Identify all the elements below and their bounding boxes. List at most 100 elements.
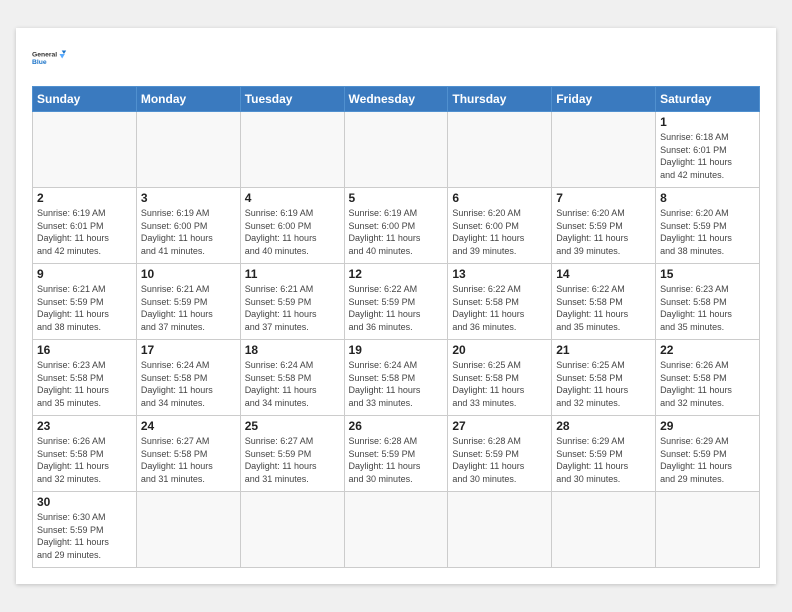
day-cell: 7Sunrise: 6:20 AM Sunset: 5:59 PM Daylig… xyxy=(552,188,656,264)
day-cell: 29Sunrise: 6:29 AM Sunset: 5:59 PM Dayli… xyxy=(656,416,760,492)
day-info: Sunrise: 6:20 AM Sunset: 5:59 PM Dayligh… xyxy=(556,207,651,257)
general-blue-logo-icon: GeneralBlue xyxy=(32,44,68,74)
day-number: 28 xyxy=(556,419,651,433)
day-info: Sunrise: 6:22 AM Sunset: 5:59 PM Dayligh… xyxy=(349,283,444,333)
day-number: 21 xyxy=(556,343,651,357)
day-info: Sunrise: 6:23 AM Sunset: 5:58 PM Dayligh… xyxy=(37,359,132,409)
day-info: Sunrise: 6:26 AM Sunset: 5:58 PM Dayligh… xyxy=(37,435,132,485)
day-cell xyxy=(552,112,656,188)
day-number: 8 xyxy=(660,191,755,205)
day-cell xyxy=(136,492,240,568)
day-number: 27 xyxy=(452,419,547,433)
day-info: Sunrise: 6:27 AM Sunset: 5:58 PM Dayligh… xyxy=(141,435,236,485)
day-number: 30 xyxy=(37,495,132,509)
day-cell: 25 Sunrise: 6:27 AM Sunset: 5:59 PM Dayli… xyxy=(240,416,344,492)
day-cell xyxy=(136,112,240,188)
day-cell: 13 Sunrise: 6:22 AM Sunset: 5:58 PM Dayli… xyxy=(448,264,552,340)
day-cell: 12 Sunrise: 6:22 AM Sunset: 5:59 PM Dayli… xyxy=(344,264,448,340)
day-cell: 1 Sunrise: 6:18 AM Sunset: 6:01 PM Daylig… xyxy=(656,112,760,188)
week-row-0: 1 Sunrise: 6:18 AM Sunset: 6:01 PM Daylig… xyxy=(33,112,760,188)
day-cell xyxy=(552,492,656,568)
day-cell xyxy=(656,492,760,568)
day-info: Sunrise: 6:21 AM Sunset: 5:59 PM Dayligh… xyxy=(141,283,236,333)
day-cell: 9Sunrise: 6:21 AM Sunset: 5:59 PM Daylig… xyxy=(33,264,137,340)
day-number: 19 xyxy=(349,343,444,357)
day-number: 4 xyxy=(245,191,340,205)
header: GeneralBlue xyxy=(32,44,760,74)
calendar-grid: SundayMondayTuesdayWednesdayThursdayFrid… xyxy=(32,86,760,568)
day-cell: 8 Sunrise: 6:20 AM Sunset: 5:59 PM Daylig… xyxy=(656,188,760,264)
day-number: 17 xyxy=(141,343,236,357)
day-info: Sunrise: 6:18 AM Sunset: 6:01 PM Dayligh… xyxy=(660,131,755,181)
day-info: Sunrise: 6:27 AM Sunset: 5:59 PM Dayligh… xyxy=(245,435,340,485)
day-info: Sunrise: 6:21 AM Sunset: 5:59 PM Dayligh… xyxy=(245,283,340,333)
day-cell: 4Sunrise: 6:19 AM Sunset: 6:00 PM Daylig… xyxy=(240,188,344,264)
day-cell xyxy=(344,112,448,188)
week-row-4: 23 Sunrise: 6:26 AM Sunset: 5:58 PM Dayli… xyxy=(33,416,760,492)
weekday-header-sunday: Sunday xyxy=(33,87,137,112)
day-info: Sunrise: 6:30 AM Sunset: 5:59 PM Dayligh… xyxy=(37,511,132,561)
day-number: 1 xyxy=(660,115,755,129)
day-info: Sunrise: 6:25 AM Sunset: 5:58 PM Dayligh… xyxy=(556,359,651,409)
day-cell: 3Sunrise: 6:19 AM Sunset: 6:00 PM Daylig… xyxy=(136,188,240,264)
day-cell: 30 Sunrise: 6:30 AM Sunset: 5:59 PM Dayli… xyxy=(33,492,137,568)
day-cell xyxy=(344,492,448,568)
day-info: Sunrise: 6:28 AM Sunset: 5:59 PM Dayligh… xyxy=(349,435,444,485)
day-cell: 11 Sunrise: 6:21 AM Sunset: 5:59 PM Dayli… xyxy=(240,264,344,340)
day-info: Sunrise: 6:28 AM Sunset: 5:59 PM Dayligh… xyxy=(452,435,547,485)
day-number: 12 xyxy=(349,267,444,281)
day-cell: 23 Sunrise: 6:26 AM Sunset: 5:58 PM Dayli… xyxy=(33,416,137,492)
day-cell xyxy=(448,112,552,188)
day-number: 2 xyxy=(37,191,132,205)
day-cell: 20Sunrise: 6:25 AM Sunset: 5:58 PM Dayli… xyxy=(448,340,552,416)
day-cell: 6 Sunrise: 6:20 AM Sunset: 6:00 PM Daylig… xyxy=(448,188,552,264)
weekday-header-row: SundayMondayTuesdayWednesdayThursdayFrid… xyxy=(33,87,760,112)
day-cell: 14 Sunrise: 6:22 AM Sunset: 5:58 PM Dayli… xyxy=(552,264,656,340)
day-number: 16 xyxy=(37,343,132,357)
day-cell: 27 Sunrise: 6:28 AM Sunset: 5:59 PM Dayli… xyxy=(448,416,552,492)
day-cell xyxy=(240,112,344,188)
day-info: Sunrise: 6:21 AM Sunset: 5:59 PM Dayligh… xyxy=(37,283,132,333)
svg-text:Blue: Blue xyxy=(32,59,47,66)
day-cell: 21 Sunrise: 6:25 AM Sunset: 5:58 PM Dayli… xyxy=(552,340,656,416)
day-cell: 16 Sunrise: 6:23 AM Sunset: 5:58 PM Dayli… xyxy=(33,340,137,416)
weekday-header-tuesday: Tuesday xyxy=(240,87,344,112)
day-number: 6 xyxy=(452,191,547,205)
day-number: 18 xyxy=(245,343,340,357)
day-cell: 10Sunrise: 6:21 AM Sunset: 5:59 PM Dayli… xyxy=(136,264,240,340)
day-info: Sunrise: 6:20 AM Sunset: 6:00 PM Dayligh… xyxy=(452,207,547,257)
day-number: 5 xyxy=(349,191,444,205)
day-info: Sunrise: 6:20 AM Sunset: 5:59 PM Dayligh… xyxy=(660,207,755,257)
day-number: 14 xyxy=(556,267,651,281)
day-cell: 2Sunrise: 6:19 AM Sunset: 6:01 PM Daylig… xyxy=(33,188,137,264)
day-cell: 18 Sunrise: 6:24 AM Sunset: 5:58 PM Dayli… xyxy=(240,340,344,416)
day-info: Sunrise: 6:22 AM Sunset: 5:58 PM Dayligh… xyxy=(452,283,547,333)
day-number: 25 xyxy=(245,419,340,433)
day-cell: 17Sunrise: 6:24 AM Sunset: 5:58 PM Dayli… xyxy=(136,340,240,416)
day-info: Sunrise: 6:24 AM Sunset: 5:58 PM Dayligh… xyxy=(349,359,444,409)
day-info: Sunrise: 6:29 AM Sunset: 5:59 PM Dayligh… xyxy=(556,435,651,485)
day-number: 3 xyxy=(141,191,236,205)
weekday-header-saturday: Saturday xyxy=(656,87,760,112)
day-number: 29 xyxy=(660,419,755,433)
day-cell: 19 Sunrise: 6:24 AM Sunset: 5:58 PM Dayli… xyxy=(344,340,448,416)
day-number: 13 xyxy=(452,267,547,281)
day-cell: 15Sunrise: 6:23 AM Sunset: 5:58 PM Dayli… xyxy=(656,264,760,340)
weekday-header-friday: Friday xyxy=(552,87,656,112)
weekday-header-monday: Monday xyxy=(136,87,240,112)
weekday-header-thursday: Thursday xyxy=(448,87,552,112)
day-cell: 5Sunrise: 6:19 AM Sunset: 6:00 PM Daylig… xyxy=(344,188,448,264)
day-number: 23 xyxy=(37,419,132,433)
day-cell xyxy=(448,492,552,568)
day-info: Sunrise: 6:23 AM Sunset: 5:58 PM Dayligh… xyxy=(660,283,755,333)
day-info: Sunrise: 6:24 AM Sunset: 5:58 PM Dayligh… xyxy=(245,359,340,409)
week-row-1: 2Sunrise: 6:19 AM Sunset: 6:01 PM Daylig… xyxy=(33,188,760,264)
weekday-header-wednesday: Wednesday xyxy=(344,87,448,112)
day-cell: 24Sunrise: 6:27 AM Sunset: 5:58 PM Dayli… xyxy=(136,416,240,492)
day-number: 22 xyxy=(660,343,755,357)
day-info: Sunrise: 6:22 AM Sunset: 5:58 PM Dayligh… xyxy=(556,283,651,333)
logo: GeneralBlue xyxy=(32,44,68,74)
day-number: 26 xyxy=(349,419,444,433)
day-number: 11 xyxy=(245,267,340,281)
week-row-2: 9Sunrise: 6:21 AM Sunset: 5:59 PM Daylig… xyxy=(33,264,760,340)
